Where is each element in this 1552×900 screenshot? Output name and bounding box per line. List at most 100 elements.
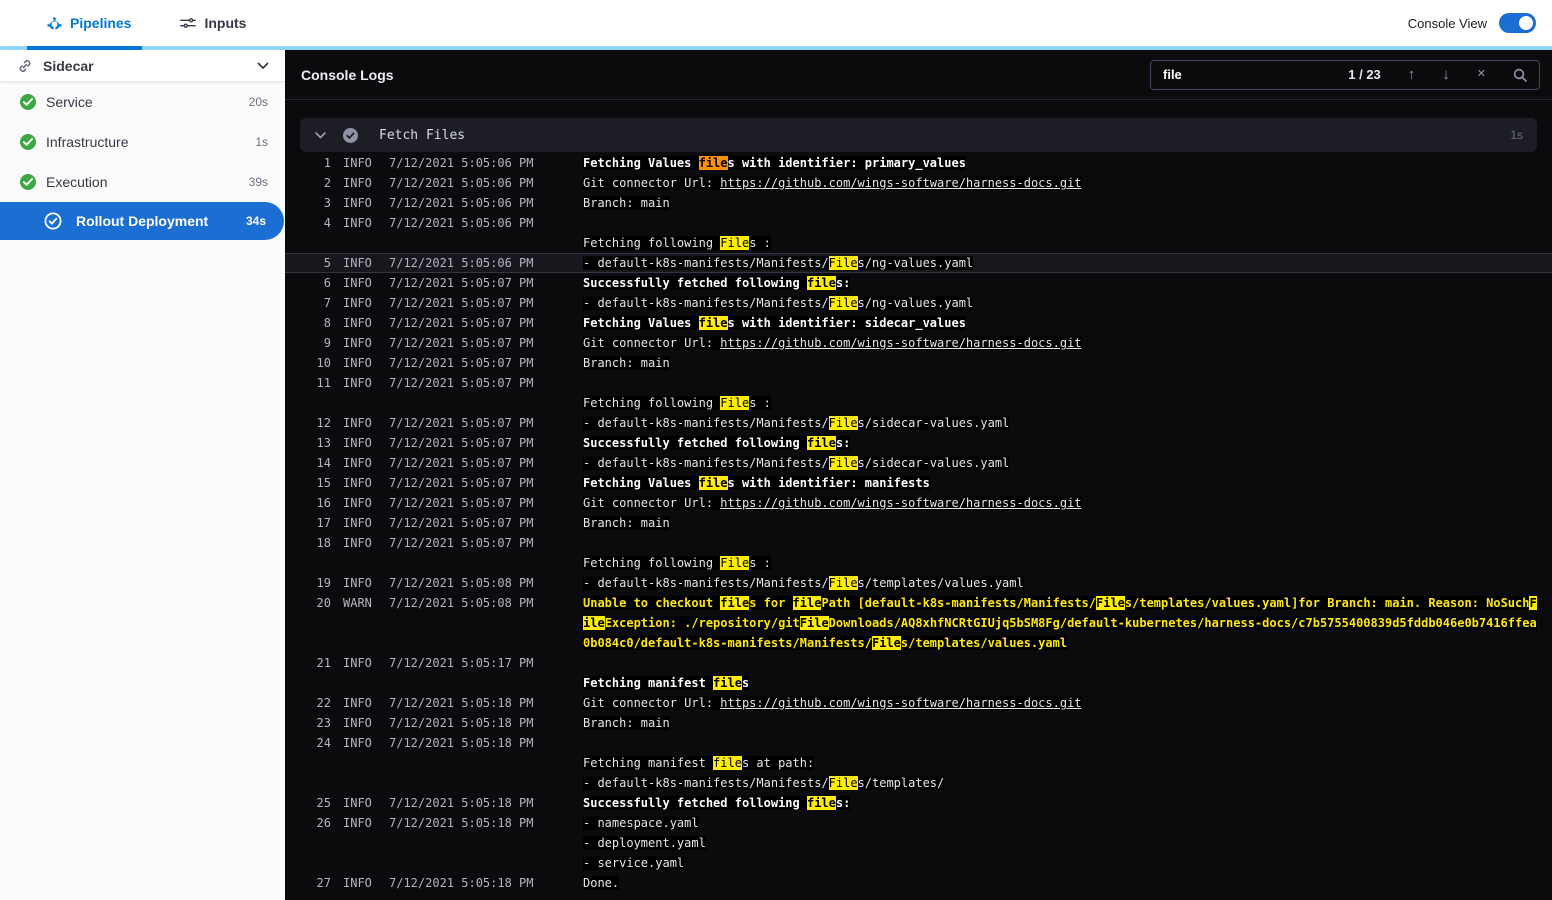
log-level: INFO: [343, 336, 372, 350]
next-match-icon[interactable]: ↓: [1442, 67, 1450, 82]
log-row[interactable]: 27 INFO 7/12/2021 5:05:18 PM Done.: [285, 873, 1552, 893]
log-row[interactable]: Fetching manifest files at path:: [285, 753, 1552, 773]
log-row[interactable]: 26 INFO 7/12/2021 5:05:18 PM - namespace.ya…: [285, 813, 1552, 833]
log-row[interactable]: 24 INFO 7/12/2021 5:05:18 PM: [285, 733, 1552, 753]
search-highlight: file: [698, 476, 728, 490]
log-link[interactable]: https://github.com/wings-software/harnes…: [720, 336, 1082, 350]
log-line-number: [301, 613, 331, 633]
log-row[interactable]: 21 INFO 7/12/2021 5:05:17 PM: [285, 653, 1552, 673]
log-text: - default-k8s-manifests/Manifests/: [583, 296, 829, 310]
log-text: s/ng-values.yaml: [857, 296, 974, 310]
log-row[interactable]: 22 INFO 7/12/2021 5:05:18 PM Git connector …: [285, 693, 1552, 713]
stage-item-infrastructure[interactable]: Infrastructure 1s: [0, 122, 285, 162]
log-row[interactable]: 2 INFO 7/12/2021 5:05:06 PM Git connector U…: [285, 173, 1552, 193]
stage-sidebar: Sidecar Service 20s Infrastructure 1s Execut…: [0, 50, 285, 900]
log-line-number: 6: [323, 276, 331, 290]
log-row[interactable]: 5 INFO 7/12/2021 5:05:06 PM - default-k8s-m…: [285, 253, 1552, 273]
log-level: INFO: [343, 796, 372, 810]
collapse-chevron-icon[interactable]: [315, 131, 326, 139]
log-timestamp: [389, 673, 583, 693]
stage-item-execution[interactable]: Execution 39s: [0, 162, 285, 202]
log-row[interactable]: 4 INFO 7/12/2021 5:05:06 PM: [285, 213, 1552, 233]
step-success-icon: [342, 127, 359, 144]
log-row[interactable]: Fetching following Files :: [285, 393, 1552, 413]
log-line-number: 7: [323, 296, 331, 310]
search-input[interactable]: [1163, 67, 1313, 82]
log-message: - namespace.yaml: [583, 813, 1552, 833]
search-highlight: File: [828, 456, 858, 470]
log-row[interactable]: 23 INFO 7/12/2021 5:05:18 PM Branch: main: [285, 713, 1552, 733]
log-timestamp: [389, 393, 583, 413]
log-row[interactable]: 10 INFO 7/12/2021 5:05:07 PM Branch: main: [285, 353, 1552, 373]
log-timestamp: 7/12/2021 5:05:06 PM: [389, 196, 534, 210]
log-section-header[interactable]: Fetch Files 1s: [300, 118, 1537, 152]
log-text: s/templates/values.yaml]for Branch: main…: [1124, 596, 1530, 610]
step-item-rollout-deployment[interactable]: Rollout Deployment 34s: [0, 202, 284, 240]
log-row[interactable]: Fetching following Files :: [285, 553, 1552, 573]
log-row[interactable]: 17 INFO 7/12/2021 5:05:07 PM Branch: main: [285, 513, 1552, 533]
log-row[interactable]: 19 INFO 7/12/2021 5:05:08 PM - default-k8s-…: [285, 573, 1552, 593]
log-row[interactable]: 15 INFO 7/12/2021 5:05:07 PM Fetching Value…: [285, 473, 1552, 493]
tab-pipelines-label: Pipelines: [70, 15, 132, 31]
previous-match-icon[interactable]: ↑: [1408, 67, 1416, 82]
log-row[interactable]: 18 INFO 7/12/2021 5:05:07 PM: [285, 533, 1552, 553]
log-row[interactable]: 6 INFO 7/12/2021 5:05:07 PM Successfully fe…: [285, 273, 1552, 293]
tab-pipelines[interactable]: Pipelines: [47, 15, 131, 31]
log-timestamp: 7/12/2021 5:05:18 PM: [389, 736, 534, 750]
log-level: INFO: [343, 196, 372, 210]
log-row[interactable]: - default-k8s-manifests/Manifests/Files/…: [285, 773, 1552, 793]
stage-item-service[interactable]: Service 20s: [0, 82, 285, 122]
log-row[interactable]: 14 INFO 7/12/2021 5:05:07 PM - default-k8s-…: [285, 453, 1552, 473]
log-message: - deployment.yaml: [583, 833, 1552, 853]
search-icon[interactable]: [1513, 68, 1527, 82]
log-row[interactable]: 7 INFO 7/12/2021 5:05:07 PM - default-k8s-m…: [285, 293, 1552, 313]
log-line-number: 4: [323, 216, 331, 230]
log-row[interactable]: 12 INFO 7/12/2021 5:05:07 PM - default-k8s-…: [285, 413, 1552, 433]
log-row[interactable]: - service.yaml: [285, 853, 1552, 873]
log-link[interactable]: https://github.com/wings-software/harnes…: [720, 496, 1082, 510]
log-text: s with identifier: manifests: [727, 476, 930, 490]
log-row[interactable]: 9 INFO 7/12/2021 5:05:07 PM Git connector U…: [285, 333, 1552, 353]
log-row[interactable]: 0b084c0/default-k8s-manifests/Manifests/…: [285, 633, 1552, 653]
log-level: INFO: [343, 316, 372, 330]
log-message: Successfully fetched following files:: [583, 273, 1552, 293]
log-row[interactable]: ileException: ./repository/gitFileDownlo…: [285, 613, 1552, 633]
log-text: Fetching Values: [583, 156, 699, 170]
log-level: [343, 673, 389, 693]
log-row[interactable]: 11 INFO 7/12/2021 5:05:07 PM: [285, 373, 1552, 393]
log-row[interactable]: 25 INFO 7/12/2021 5:05:18 PM Successfully f…: [285, 793, 1552, 813]
log-row[interactable]: 8 INFO 7/12/2021 5:05:07 PM Fetching Values…: [285, 313, 1552, 333]
success-check-icon: [20, 94, 36, 110]
log-row[interactable]: Fetching following Files :: [285, 233, 1552, 253]
log-link[interactable]: https://github.com/wings-software/harnes…: [720, 696, 1082, 710]
console-header: Console Logs 1 / 23 ↑ ↓ ✕: [285, 50, 1552, 100]
log-level: INFO: [343, 356, 372, 370]
log-message: - service.yaml: [583, 853, 1552, 873]
log-row[interactable]: Fetching manifest files: [285, 673, 1552, 693]
link-icon: [17, 58, 33, 74]
log-level: [343, 233, 389, 253]
stage-selector[interactable]: Sidecar: [0, 50, 285, 82]
log-level: INFO: [343, 656, 372, 670]
console-view-toggle[interactable]: [1499, 13, 1536, 33]
log-row[interactable]: - deployment.yaml: [285, 833, 1552, 853]
log-text: s:: [835, 796, 851, 810]
log-text: s :: [749, 556, 771, 570]
log-link[interactable]: https://github.com/wings-software/harnes…: [720, 176, 1082, 190]
log-level: INFO: [343, 816, 372, 830]
log-timestamp: [389, 833, 583, 853]
log-row[interactable]: 13 INFO 7/12/2021 5:05:07 PM Successfully f…: [285, 433, 1552, 453]
log-row[interactable]: 1 INFO 7/12/2021 5:05:06 PM Fetching Values…: [285, 153, 1552, 173]
log-row[interactable]: 20 WARN 7/12/2021 5:05:08 PM Unable to chec…: [285, 593, 1552, 613]
log-timestamp: 7/12/2021 5:05:18 PM: [389, 796, 534, 810]
log-text: s/templates/: [857, 776, 945, 790]
log-level: INFO: [343, 436, 372, 450]
clear-search-icon[interactable]: ✕: [1477, 69, 1486, 80]
log-search-box[interactable]: 1 / 23 ↑ ↓ ✕: [1150, 59, 1540, 90]
tab-inputs[interactable]: Inputs: [180, 15, 246, 31]
chevron-down-icon[interactable]: [257, 62, 269, 70]
log-level: INFO: [343, 696, 372, 710]
log-row[interactable]: 3 INFO 7/12/2021 5:05:06 PM Branch: main: [285, 193, 1552, 213]
log-timestamp: 7/12/2021 5:05:07 PM: [389, 496, 534, 510]
log-row[interactable]: 16 INFO 7/12/2021 5:05:07 PM Git connector …: [285, 493, 1552, 513]
